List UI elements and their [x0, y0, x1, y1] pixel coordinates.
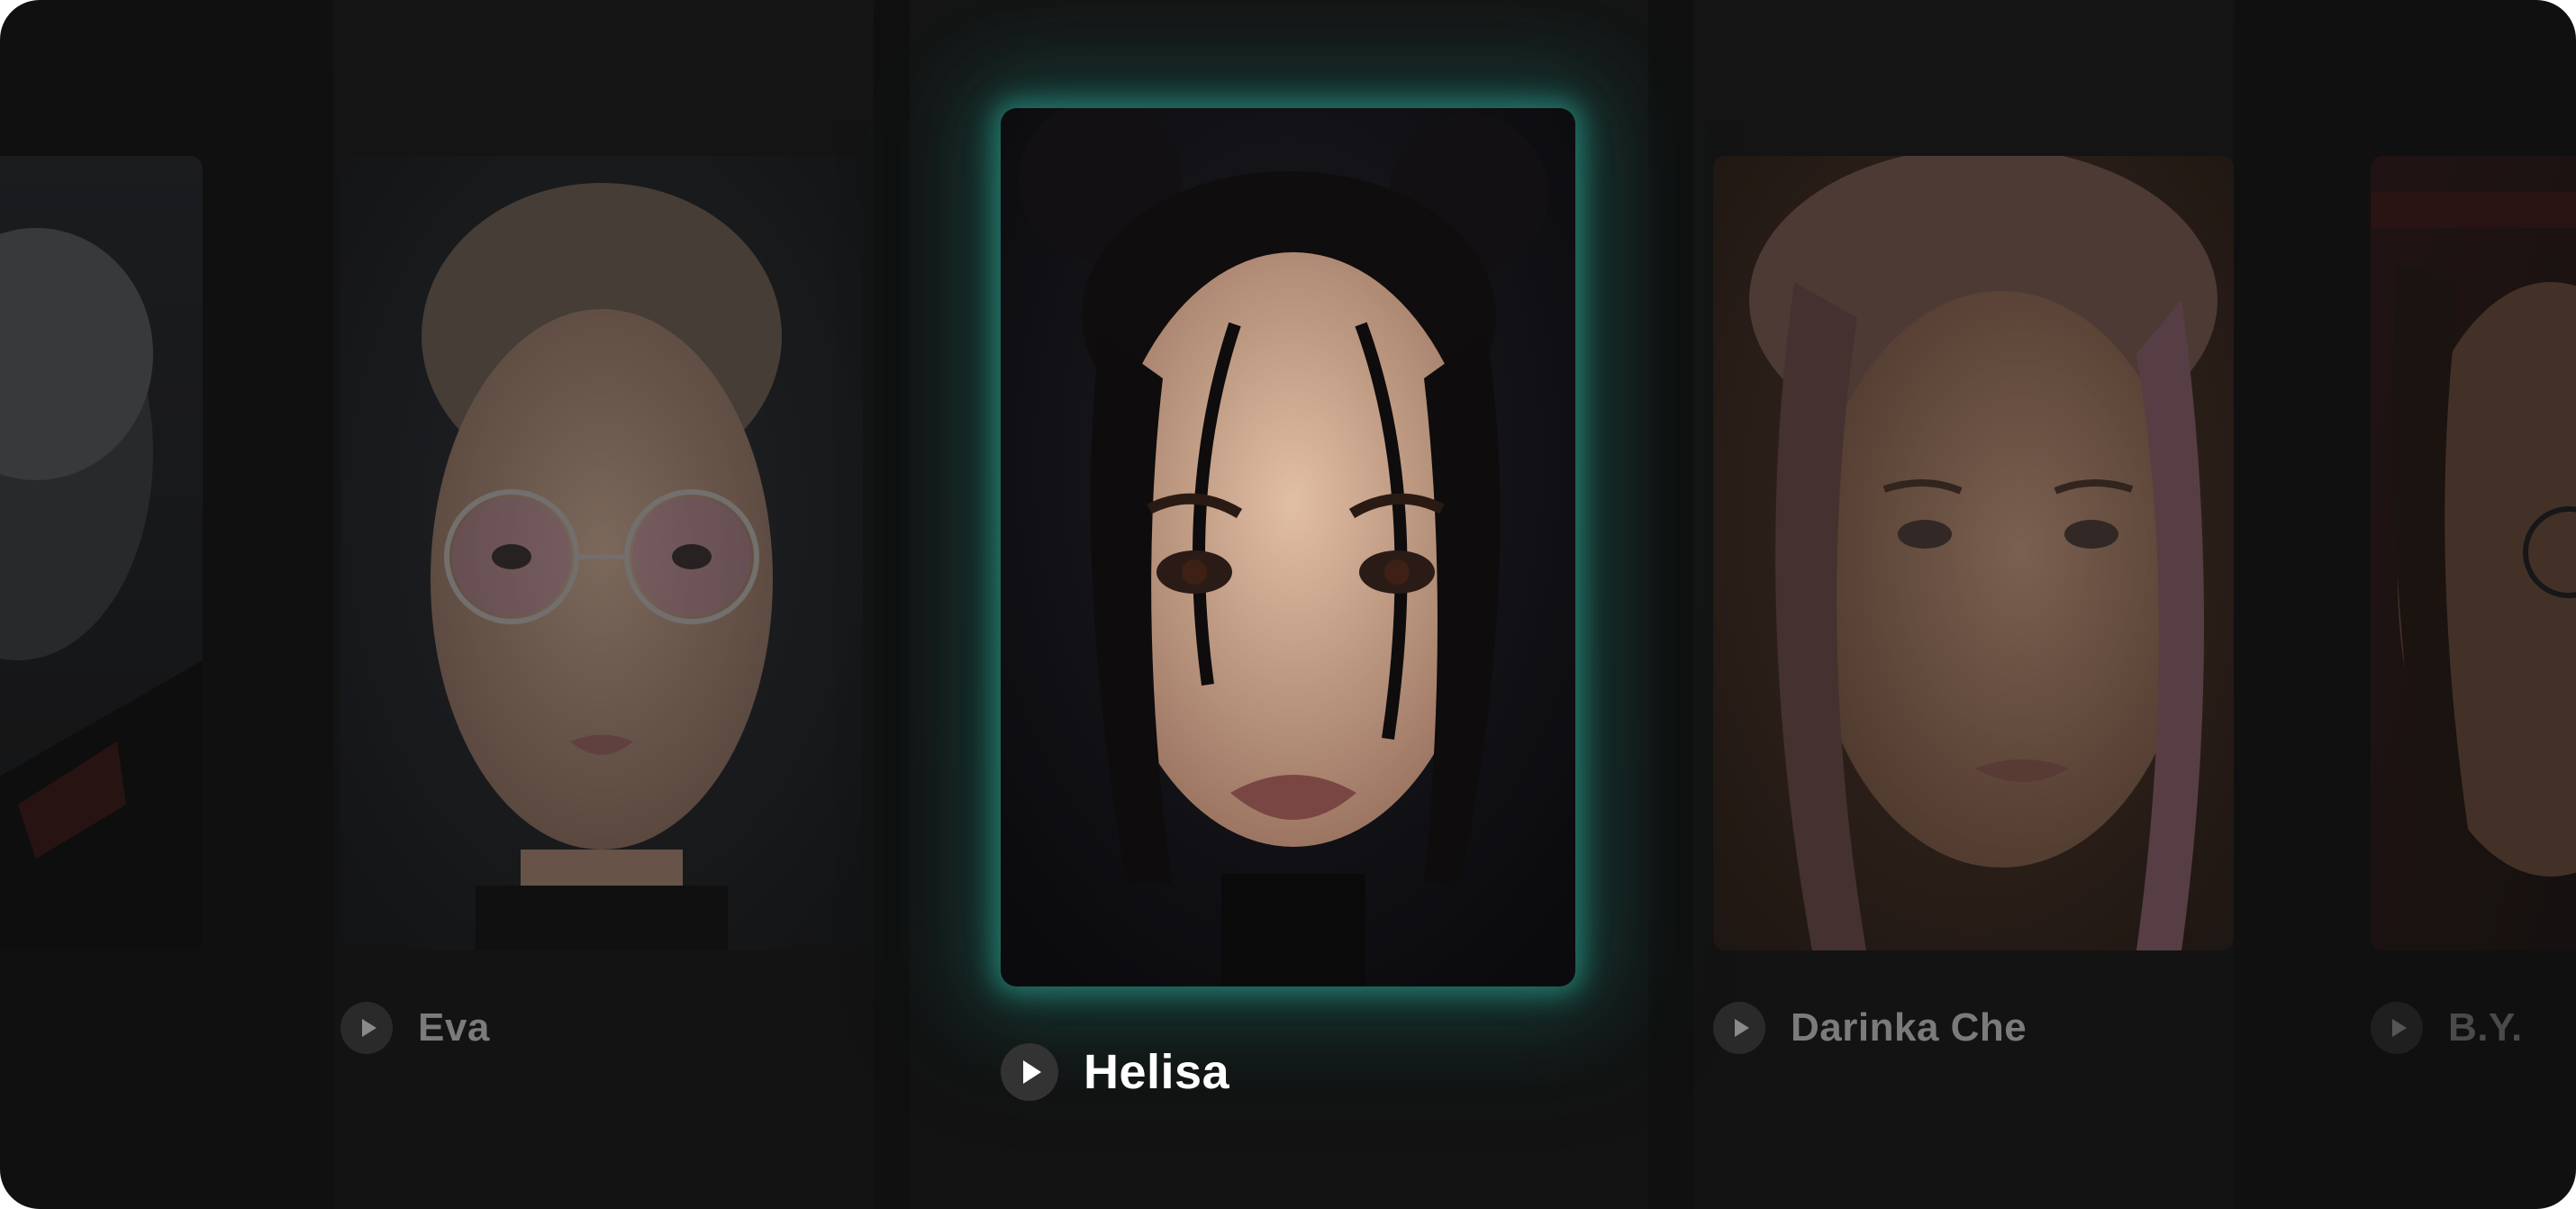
portrait-image	[1001, 108, 1575, 986]
character-card-darinka-che[interactable]	[1713, 156, 2234, 950]
play-button[interactable]	[2371, 1002, 2423, 1054]
caption-by: B.Y.	[2371, 1002, 2523, 1054]
play-icon	[361, 1019, 376, 1037]
card-dim-overlay	[340, 156, 863, 950]
character-name: B.Y.	[2448, 1005, 2523, 1050]
caption-darinka-che: Darinka Che	[1713, 1002, 2027, 1054]
play-icon	[2391, 1019, 2407, 1037]
play-button[interactable]	[1001, 1043, 1058, 1101]
character-card-eva[interactable]	[340, 156, 863, 950]
character-name: Helisa	[1084, 1045, 1230, 1099]
character-card-helisa[interactable]	[1001, 108, 1575, 986]
caption-helisa: Helisa	[1001, 1043, 1229, 1101]
play-button[interactable]	[340, 1002, 393, 1054]
card-dim-overlay	[1713, 156, 2234, 950]
play-icon	[1734, 1019, 1749, 1037]
character-card-edge-left[interactable]	[0, 156, 203, 950]
card-dim-overlay	[0, 156, 203, 950]
play-button[interactable]	[1713, 1002, 1765, 1054]
card-dim-overlay	[2371, 156, 2576, 950]
play-icon	[1023, 1060, 1041, 1084]
character-name: Eva	[418, 1005, 490, 1050]
caption-eva: Eva	[340, 1002, 490, 1054]
character-carousel: Eva Helisa Darinka Che B.Y.	[0, 0, 2576, 1209]
character-name: Darinka Che	[1791, 1005, 2027, 1050]
character-card-by[interactable]	[2371, 156, 2576, 950]
